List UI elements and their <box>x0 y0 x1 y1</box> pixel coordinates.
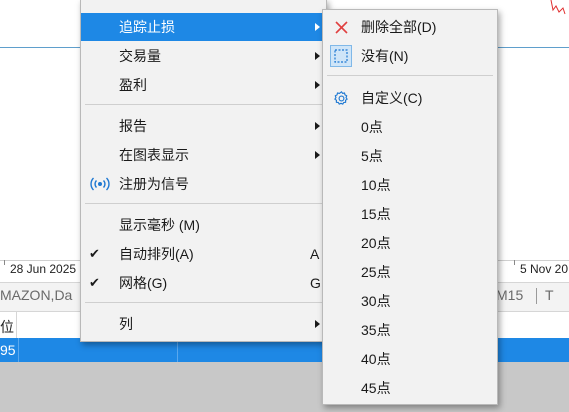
tab-separator <box>536 288 537 304</box>
menu-item-label: 在图表显示 <box>119 147 189 163</box>
menu-item-label: 网格(G) <box>119 275 168 291</box>
check-icon: ✔ <box>89 246 100 261</box>
menu-item-shortcut: G <box>310 275 321 291</box>
menu-item-label: 删除全部(D) <box>361 19 437 35</box>
submenu-item-45-points[interactable]: 45点 <box>323 374 497 402</box>
submenu-item-delete-all[interactable]: 删除全部(D) <box>323 13 497 41</box>
menu-item-show-milliseconds[interactable]: 显示毫秒 (M) <box>81 211 326 239</box>
submenu-item-20-points[interactable]: 20点 <box>323 229 497 257</box>
menu-item-trailing-stop[interactable]: 追踪止损 <box>81 13 326 41</box>
menu-item-label: 10点 <box>361 177 391 193</box>
table-cell: 95 <box>0 342 16 358</box>
menu-item-label: 25点 <box>361 264 391 280</box>
menu-separator <box>85 203 322 204</box>
dotted-square-icon <box>334 49 348 63</box>
menu-item-label: 盈利 <box>119 77 147 93</box>
column-separator[interactable] <box>16 312 17 338</box>
menu-item-label: 自动排列(A) <box>119 246 194 262</box>
chart-tab[interactable]: T <box>545 287 554 303</box>
menu-item-label: 自定义(C) <box>361 90 423 106</box>
submenu-arrow-icon <box>315 81 320 89</box>
menu-item-label: 报告 <box>119 118 147 134</box>
menu-separator <box>327 75 493 76</box>
menu-item-label: 交易量 <box>119 48 161 64</box>
menu-item-label: 30点 <box>361 293 391 309</box>
menu-item-label: 40点 <box>361 351 391 367</box>
menu-item-label: 注册为信号 <box>119 176 189 192</box>
menu-item-label: 5点 <box>361 148 383 164</box>
menu-item-auto-arrange[interactable]: ✔ 自动排列(A) A <box>81 240 326 268</box>
menu-item-volume[interactable]: 交易量 <box>81 42 326 70</box>
menu-item-label: 追踪止损 <box>119 19 175 35</box>
menu-item-label: 35点 <box>361 322 391 338</box>
menu-item-report[interactable]: 报告 <box>81 112 326 140</box>
trailing-stop-submenu: 删除全部(D) 没有(N) 自定义(C) 0点 5点 10点 15点 20点 2… <box>322 9 498 405</box>
submenu-item-none[interactable]: 没有(N) <box>323 42 497 70</box>
signal-icon <box>90 177 110 191</box>
submenu-item-5-points[interactable]: 5点 <box>323 142 497 170</box>
context-menu: 追踪止损 交易量 盈利 报告 在图表显示 注册为信号 显示毫秒 (M) ✔ 自动… <box>80 0 327 342</box>
submenu-item-40-points[interactable]: 40点 <box>323 345 497 373</box>
submenu-arrow-icon <box>315 23 320 31</box>
menu-item-label: 15点 <box>361 206 391 222</box>
submenu-arrow-icon <box>315 151 320 159</box>
close-icon <box>335 21 348 34</box>
cell-separator <box>18 338 19 362</box>
submenu-arrow-icon <box>315 320 320 328</box>
menu-item-label: 列 <box>119 316 133 332</box>
column-header[interactable]: 位 <box>0 317 14 337</box>
menu-item-grid[interactable]: ✔ 网格(G) G <box>81 269 326 297</box>
menu-item-shortcut: A <box>310 246 320 262</box>
submenu-arrow-icon <box>315 52 320 60</box>
submenu-item-30-points[interactable]: 30点 <box>323 287 497 315</box>
menu-item-label: 显示毫秒 (M) <box>119 217 200 233</box>
gear-icon <box>334 91 348 105</box>
chart-tab[interactable]: MAZON,Da <box>0 287 72 303</box>
menu-item-label: 45点 <box>361 380 391 396</box>
axis-label: 28 Jun 2025 <box>10 262 77 276</box>
menu-separator <box>85 302 322 303</box>
menu-item-show-on-chart[interactable]: 在图表显示 <box>81 141 326 169</box>
submenu-item-35-points[interactable]: 35点 <box>323 316 497 344</box>
axis-label: 5 Nov 20 <box>520 262 569 276</box>
submenu-arrow-icon <box>315 122 320 130</box>
menu-item-profit[interactable]: 盈利 <box>81 71 326 99</box>
submenu-item-25-points[interactable]: 25点 <box>323 258 497 286</box>
menu-item-columns[interactable]: 列 <box>81 310 326 338</box>
check-icon: ✔ <box>89 275 100 290</box>
price-trace <box>550 0 566 15</box>
menu-item-label: 0点 <box>361 119 383 135</box>
submenu-item-10-points[interactable]: 10点 <box>323 171 497 199</box>
menu-separator <box>85 104 322 105</box>
submenu-item-0-points[interactable]: 0点 <box>323 113 497 141</box>
submenu-item-custom[interactable]: 自定义(C) <box>323 84 497 112</box>
axis-tick <box>514 260 515 265</box>
menu-item-register-signal[interactable]: 注册为信号 <box>81 170 326 198</box>
menu-item-label: 20点 <box>361 235 391 251</box>
axis-tick <box>4 260 5 265</box>
submenu-item-15-points[interactable]: 15点 <box>323 200 497 228</box>
menu-item-label: 没有(N) <box>361 48 409 64</box>
chart-tab[interactable]: M15 <box>496 287 523 303</box>
